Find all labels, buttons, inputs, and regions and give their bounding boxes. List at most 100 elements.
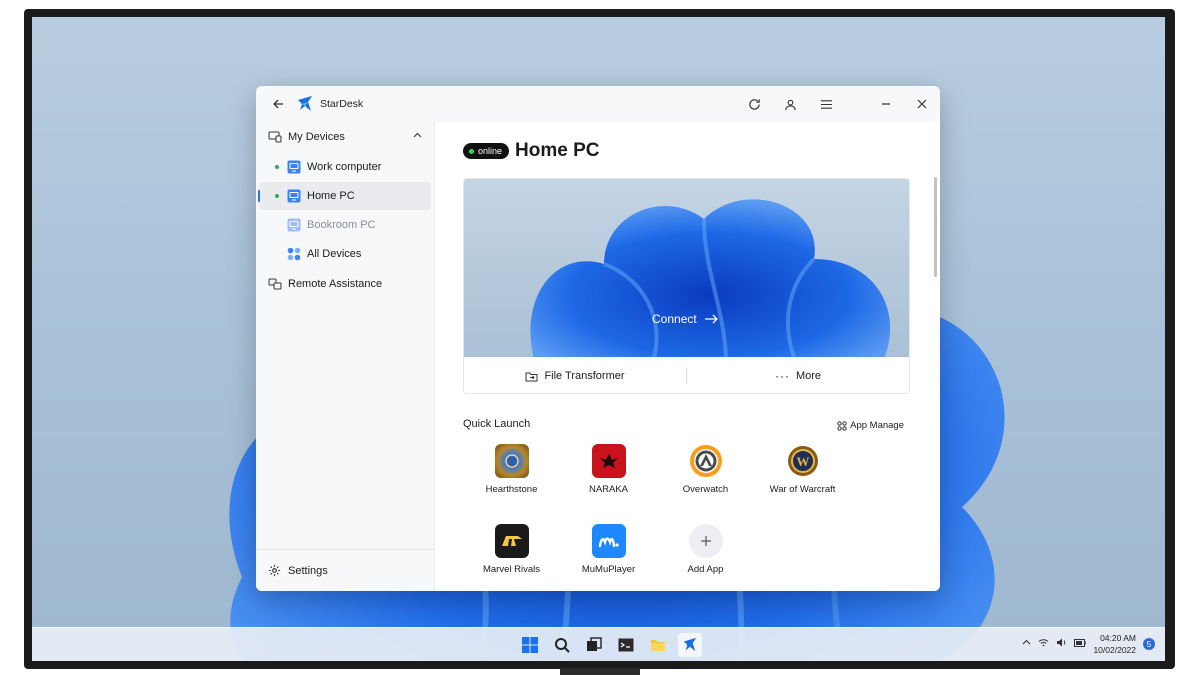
- clock-time: 04:20 AM: [1100, 633, 1136, 643]
- sidebar-item-all-devices[interactable]: All Devices: [259, 240, 431, 268]
- sidebar-item-home-pc[interactable]: Home PC: [258, 182, 431, 210]
- sidebar-item-remote-assistance[interactable]: Remote Assistance: [256, 269, 434, 299]
- my-devices-group[interactable]: My Devices: [256, 122, 434, 152]
- folder-icon: [525, 372, 538, 381]
- stardesk-logo-icon: [298, 96, 312, 111]
- ellipsis-icon: ···: [774, 369, 790, 383]
- app-name: War of Warcraft: [769, 484, 836, 495]
- arrow-right-icon: [704, 314, 718, 324]
- scrollbar[interactable]: [934, 177, 937, 277]
- start-icon[interactable]: [518, 633, 542, 657]
- volume-icon[interactable]: [1056, 638, 1067, 650]
- sidebar-item-work-computer[interactable]: Work computer: [259, 153, 431, 181]
- gear-icon: [268, 564, 281, 577]
- app-name: Marvel Rivals: [482, 564, 540, 575]
- pc-icon: [287, 160, 301, 174]
- app-warcraft[interactable]: W War of Warcraft: [754, 444, 851, 524]
- status-badge: online: [463, 143, 510, 159]
- connect-button[interactable]: Connect: [652, 312, 719, 326]
- app-overwatch[interactable]: Overwatch: [657, 444, 754, 524]
- remote-assistance-icon: [268, 278, 282, 290]
- file-transfer-label: File Transformer: [544, 370, 625, 382]
- stardesk-taskbar-icon[interactable]: [678, 633, 702, 657]
- clock-date: 10/02/2022: [1093, 645, 1136, 655]
- warcraft-icon: W: [786, 444, 820, 478]
- close-icon[interactable]: [912, 94, 932, 114]
- app-name: MuMuPlayer: [581, 564, 636, 575]
- naraka-icon: [591, 444, 626, 478]
- chevron-up-icon[interactable]: [1022, 638, 1031, 650]
- online-indicator: [469, 148, 474, 154]
- clock[interactable]: 04:20 AM 10/02/2022: [1093, 632, 1136, 656]
- battery-icon[interactable]: [1074, 638, 1087, 650]
- stardesk-window: StarDesk My Devices Work computer Home P…: [256, 86, 940, 591]
- online-dot: [275, 194, 279, 198]
- add-app-button[interactable]: Add App: [657, 524, 754, 591]
- marvel-rivals-icon: [494, 524, 529, 558]
- taskbar: 04:20 AM 10/02/2022 5: [32, 627, 1165, 661]
- monitor-frame: StarDesk My Devices Work computer Home P…: [24, 9, 1175, 669]
- online-dot: [275, 165, 279, 169]
- mumuplayer-icon: [591, 524, 626, 558]
- refresh-icon[interactable]: [744, 94, 764, 114]
- offline-dot: [275, 223, 279, 227]
- settings-button[interactable]: Settings: [256, 549, 434, 591]
- title-bar: StarDesk: [256, 86, 940, 122]
- page-title: Home PC: [515, 140, 600, 161]
- apps-grid-icon: [837, 420, 847, 431]
- pc-icon: [287, 189, 301, 203]
- menu-icon[interactable]: [816, 94, 836, 114]
- remote-assistance-label: Remote Assistance: [288, 278, 383, 290]
- back-icon[interactable]: [268, 94, 288, 114]
- connect-preview[interactable]: Connect: [464, 179, 909, 357]
- add-icon: [688, 524, 723, 558]
- app-naraka[interactable]: NARAKA: [560, 444, 657, 524]
- devices-icon: [268, 131, 282, 143]
- overwatch-icon: [689, 444, 723, 478]
- quick-launch-title: Quick Launch: [463, 418, 531, 430]
- minimize-icon[interactable]: [876, 94, 896, 114]
- app-manage-button[interactable]: App Manage: [837, 420, 904, 431]
- preview-wallpaper: [530, 199, 891, 357]
- grid-icon: [287, 247, 301, 261]
- notification-badge[interactable]: 5: [1143, 638, 1155, 650]
- pc-icon: [287, 218, 301, 232]
- system-tray: 04:20 AM 10/02/2022 5: [1022, 632, 1155, 656]
- connect-label: Connect: [652, 312, 697, 326]
- sidebar-item-label: All Devices: [307, 248, 362, 260]
- sidebar-item-label: Home PC: [307, 190, 355, 202]
- device-preview: Connect File Transformer ··· More: [463, 178, 910, 394]
- device-panel: online Home PC Connect File Transformer …: [435, 122, 940, 591]
- app-name: NARAKA: [588, 484, 629, 495]
- desktop: StarDesk My Devices Work computer Home P…: [32, 17, 1165, 661]
- quick-launch-grid: Hearthstone NARAKA Overwatch W War of Wa…: [463, 444, 913, 591]
- sidebar-item-label: Work computer: [307, 161, 382, 173]
- monitor-stand: [560, 668, 640, 675]
- status-text: online: [478, 146, 503, 156]
- app-hearthstone[interactable]: Hearthstone: [463, 444, 560, 524]
- svg-text:W: W: [796, 454, 809, 469]
- app-name: Hearthstone: [485, 484, 538, 495]
- preview-actions: File Transformer ··· More: [464, 357, 909, 393]
- more-button[interactable]: ··· More: [687, 369, 909, 383]
- spacer-dot: [275, 252, 279, 256]
- file-explorer-icon[interactable]: [646, 633, 670, 657]
- file-transfer-button[interactable]: File Transformer: [464, 370, 686, 382]
- wifi-icon[interactable]: [1038, 638, 1049, 650]
- app-mumuplayer[interactable]: MuMuPlayer: [560, 524, 657, 591]
- my-devices-label: My Devices: [288, 131, 345, 143]
- app-title: StarDesk: [320, 98, 364, 110]
- search-icon[interactable]: [550, 633, 574, 657]
- device-header: online Home PC: [463, 140, 600, 162]
- hearthstone-icon: [494, 444, 529, 478]
- chevron-up-icon[interactable]: [413, 131, 422, 140]
- app-marvel-rivals[interactable]: Marvel Rivals: [463, 524, 560, 591]
- sidebar-item-bookroom-pc[interactable]: Bookroom PC: [259, 211, 431, 239]
- app-manage-label: App Manage: [850, 420, 904, 431]
- task-view-icon[interactable]: [582, 633, 606, 657]
- settings-label: Settings: [288, 564, 328, 577]
- terminal-icon[interactable]: [614, 633, 638, 657]
- app-name: Add App: [687, 564, 724, 575]
- app-name: Overwatch: [682, 484, 729, 495]
- account-icon[interactable]: [780, 94, 800, 114]
